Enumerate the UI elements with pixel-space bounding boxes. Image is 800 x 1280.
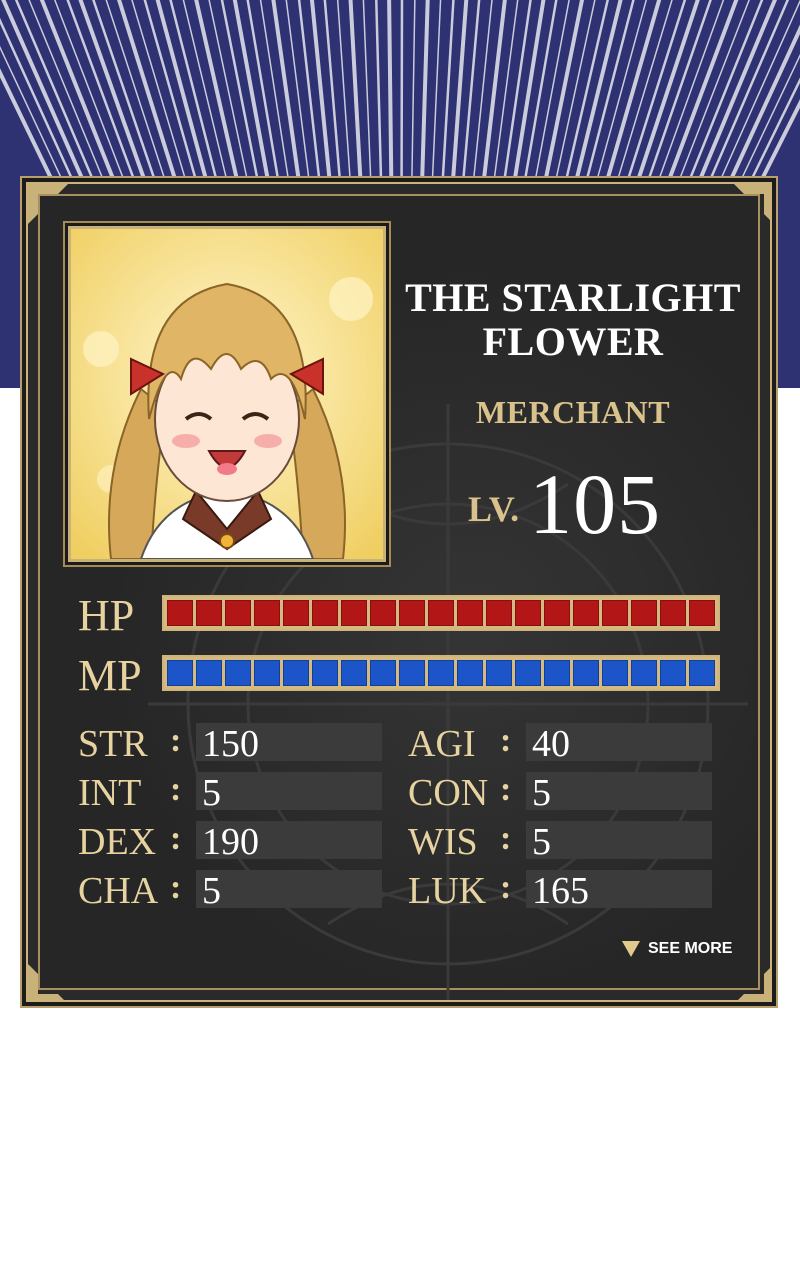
stat-name: DEX [78, 821, 157, 863]
stat-value-box [196, 772, 382, 810]
bar-segment [196, 660, 222, 686]
stat-separator: : [500, 820, 512, 857]
stat-value-box [196, 870, 382, 908]
stat-value: 5 [532, 821, 551, 863]
bar-segment [602, 600, 628, 626]
portrait-illustration [71, 229, 383, 559]
stat-name: CON [408, 772, 489, 814]
bar-segment [457, 600, 483, 626]
see-more-label: SEE MORE [648, 940, 733, 957]
stat-name: AGI [408, 723, 476, 765]
stat-name: WIS [408, 821, 478, 863]
bar-segment [254, 600, 280, 626]
bar-segment [399, 660, 425, 686]
stat-agi: AGI:40 [408, 722, 718, 765]
stat-value: 5 [532, 772, 551, 814]
bar-segment [341, 660, 367, 686]
bar-segment [660, 660, 686, 686]
bar-segment [660, 600, 686, 626]
character-class: MERCHANT [475, 394, 671, 430]
stat-con: CON:5 [408, 771, 718, 814]
stat-name: LUK [408, 870, 487, 912]
mp-label: MP [78, 651, 142, 700]
stat-value: 40 [532, 723, 570, 765]
title-line-1: THE STARLIGHT [405, 275, 741, 320]
bar-segment [312, 600, 338, 626]
stat-value: 190 [202, 821, 259, 863]
title-line-2: FLOWER [482, 319, 664, 364]
stat-name: INT [78, 772, 142, 814]
bar-segment [515, 660, 541, 686]
stat-name: STR [78, 723, 148, 765]
see-more-button[interactable]: SEE MORE [622, 940, 732, 958]
stat-separator: : [500, 869, 512, 906]
level-label: LV. [468, 489, 520, 529]
stat-int: INT:5 [78, 771, 388, 814]
hp-bar [162, 595, 720, 631]
stat-value: 165 [532, 870, 589, 912]
stat-value: 5 [202, 870, 221, 912]
character-title: THE STARLIGHT FLOWER [388, 276, 758, 364]
stat-separator: : [170, 722, 182, 759]
stat-separator: : [170, 869, 182, 906]
bar-segment [631, 600, 657, 626]
character-portrait [68, 226, 386, 562]
bar-segment [486, 600, 512, 626]
stat-separator: : [500, 722, 512, 759]
stat-separator: : [170, 820, 182, 857]
character-level: LV. 105 [468, 454, 661, 554]
stat-separator: : [500, 771, 512, 808]
bar-segment [573, 660, 599, 686]
bar-segment [167, 600, 193, 626]
bar-segment [283, 600, 309, 626]
bar-segment [457, 660, 483, 686]
stat-str: STR:150 [78, 722, 388, 765]
bar-segment [399, 600, 425, 626]
bar-segment [312, 660, 338, 686]
bar-segment [341, 600, 367, 626]
stat-value-box [526, 772, 712, 810]
stat-wis: WIS:5 [408, 820, 718, 863]
bar-segment [573, 600, 599, 626]
stat-separator: : [170, 771, 182, 808]
triangle-down-icon [622, 941, 640, 957]
bar-segment [370, 600, 396, 626]
bar-segment [283, 660, 309, 686]
mp-bar [162, 655, 720, 691]
hp-label: HP [78, 591, 135, 640]
bar-segment [486, 660, 512, 686]
stat-name: CHA [78, 870, 159, 912]
stat-luk: LUK:165 [408, 869, 718, 912]
bar-segment [544, 600, 570, 626]
bar-segment [370, 660, 396, 686]
bar-segment [515, 600, 541, 626]
bar-segment [544, 660, 570, 686]
bar-segment [225, 600, 251, 626]
bar-segment [428, 660, 454, 686]
stat-cha: CHA:5 [78, 869, 388, 912]
bar-segment [689, 660, 715, 686]
status-card: THE STARLIGHT FLOWER MERCHANT LV. 105 HP … [26, 182, 772, 1002]
stat-value: 5 [202, 772, 221, 814]
bar-segment [689, 600, 715, 626]
bar-segment [167, 660, 193, 686]
bar-segment [631, 660, 657, 686]
bar-segment [254, 660, 280, 686]
bar-segment [196, 600, 222, 626]
bar-segment [602, 660, 628, 686]
bar-segment [225, 660, 251, 686]
stat-value: 150 [202, 723, 259, 765]
stat-dex: DEX:190 [78, 820, 388, 863]
level-value: 105 [529, 456, 662, 552]
stat-value-box [526, 821, 712, 859]
bar-segment [428, 600, 454, 626]
